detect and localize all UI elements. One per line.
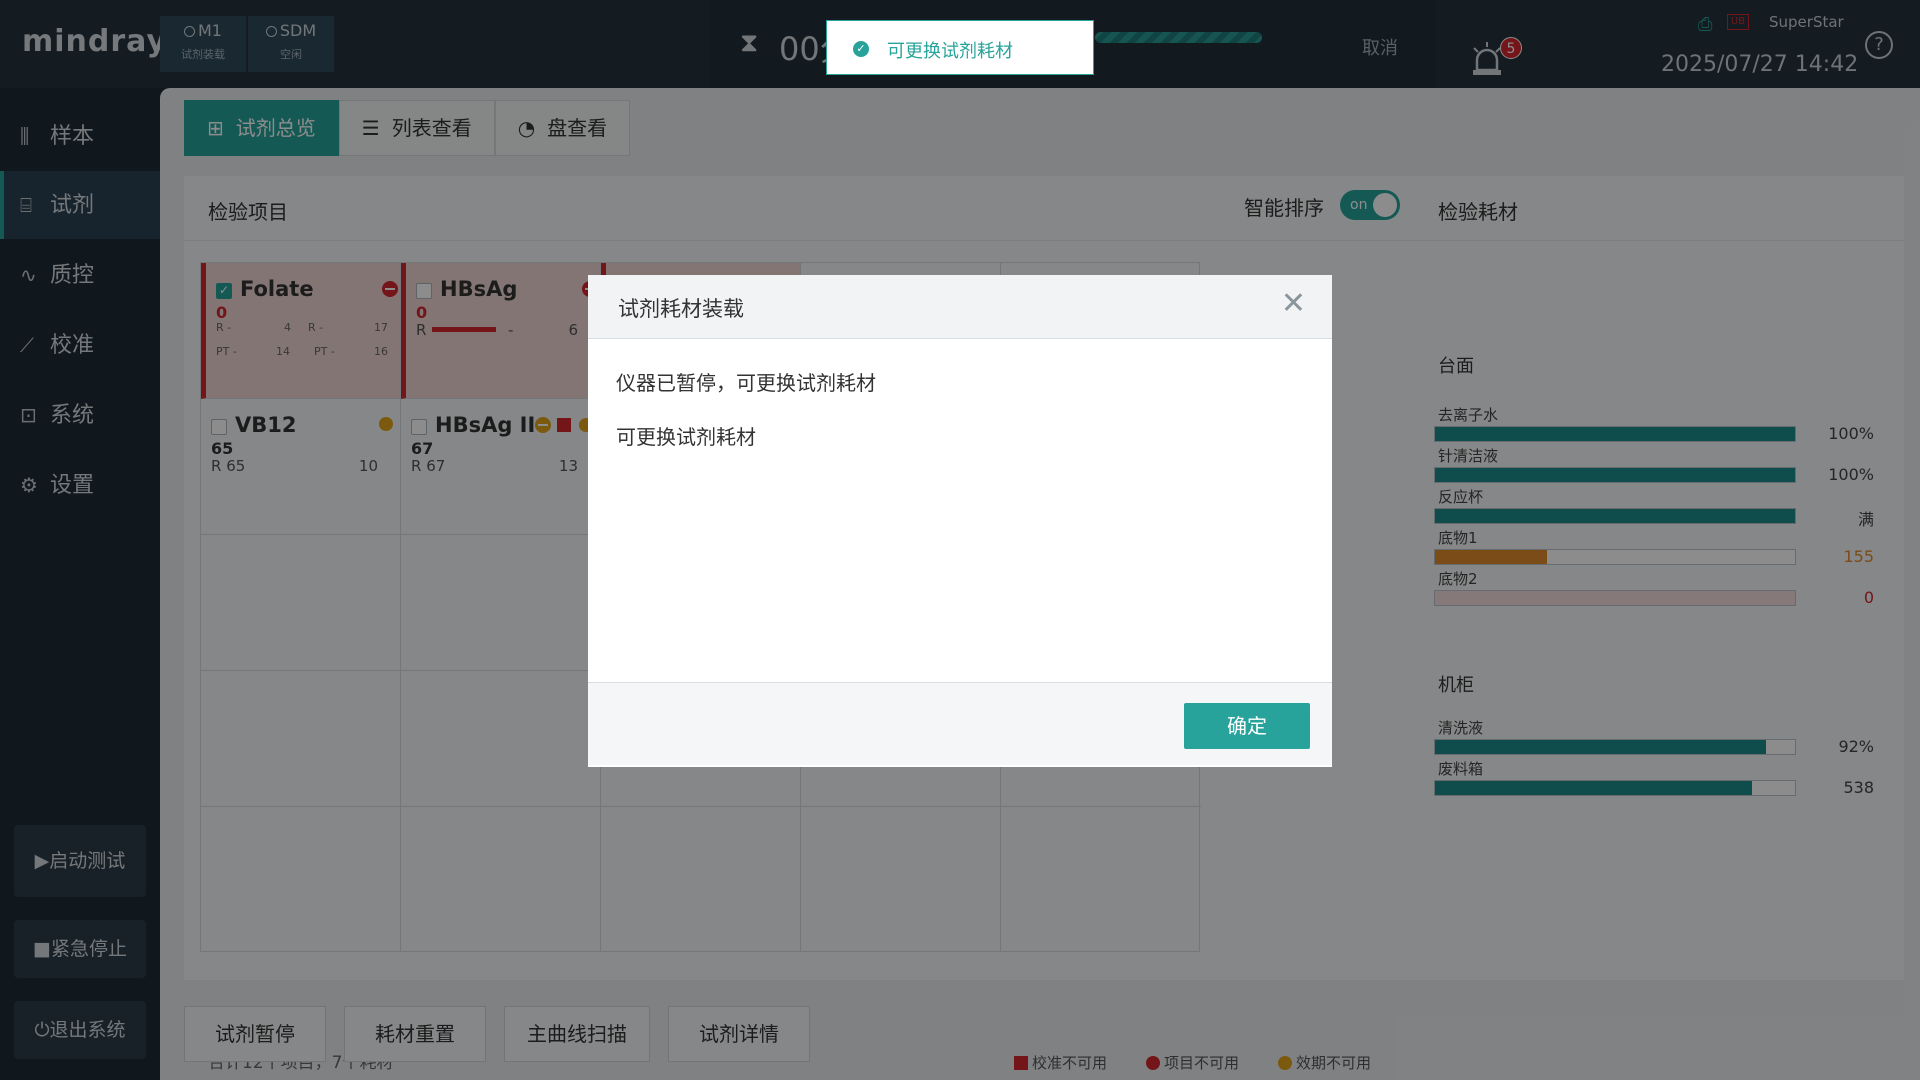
dialog-submessage: 可更换试剂耗材 bbox=[616, 425, 756, 449]
toast-notification: ✓ 可更换试剂耗材 bbox=[826, 20, 1094, 75]
dialog-title: 试剂耗材装载 bbox=[618, 297, 744, 321]
close-icon[interactable]: ✕ bbox=[1281, 289, 1306, 319]
dialog-message: 仪器已暂停，可更换试剂耗材 bbox=[616, 371, 876, 395]
toast-message: 可更换试剂耗材 bbox=[887, 41, 1013, 62]
reagent-load-dialog: 试剂耗材装载 ✕ 仪器已暂停，可更换试剂耗材 可更换试剂耗材 确定 bbox=[588, 275, 1332, 767]
success-icon: ✓ bbox=[853, 41, 869, 57]
dialog-header: 试剂耗材装载 ✕ bbox=[588, 275, 1332, 339]
dialog-footer: 确定 bbox=[588, 683, 1332, 765]
confirm-button[interactable]: 确定 bbox=[1184, 703, 1310, 749]
dialog-body: 仪器已暂停，可更换试剂耗材 可更换试剂耗材 bbox=[588, 339, 1332, 683]
